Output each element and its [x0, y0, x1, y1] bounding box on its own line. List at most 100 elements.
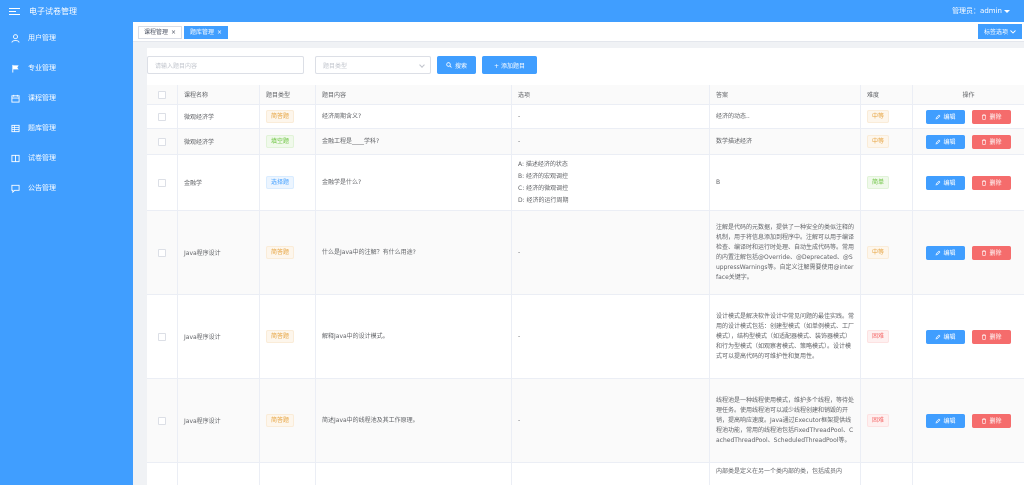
close-icon[interactable]: × — [171, 27, 176, 39]
add-question-button[interactable]: + 添加题目 — [482, 56, 537, 74]
difficulty-cell: 中等 — [861, 105, 913, 128]
search-input[interactable]: 请输入题目内容 — [147, 56, 304, 74]
question-type-tag: 简答题 — [266, 414, 295, 427]
sidebar-item-announcements[interactable]: 公告管理 — [0, 173, 133, 203]
answer-text: B — [716, 178, 721, 186]
answer-cell: 经济的动态.. — [710, 105, 861, 128]
edit-button[interactable]: 编辑 — [926, 175, 965, 190]
question-type-tag: 填空题 — [266, 135, 295, 148]
course-cell — [178, 463, 260, 485]
course-name: Java程序设计 — [184, 418, 221, 425]
main-content: 请输入题目内容 题目类型 搜索 + 添加题目 课程名称 题目类型 题目内容 选项… — [147, 48, 1024, 485]
answer-cell: 数学描述经济 — [710, 129, 861, 154]
type-cell: 选择题 — [260, 155, 316, 210]
admin-menu[interactable]: 管理员：admin — [952, 6, 1010, 16]
col-course: 课程名称 — [178, 85, 260, 104]
sidebar-item-label: 题库管理 — [28, 124, 56, 132]
table-body: 微观经济学 简答题 经济周期含义? - 经济的动态.. 中等 编辑 删除 微观经… — [147, 105, 1024, 485]
edit-icon — [936, 334, 941, 339]
row-select-cell — [147, 105, 178, 128]
table-row: 金融学 选择题 金融学是什么? A: 描述经济的状态 B: 经济的宏观调控 C: 经… — [147, 155, 1024, 211]
edit-button[interactable]: 编辑 — [926, 134, 965, 149]
sidebar-item-question-bank[interactable]: 题库管理 — [0, 113, 133, 143]
col-options: 选项 — [512, 85, 710, 104]
difficulty-tag: 简单 — [867, 176, 890, 189]
edit-button[interactable]: 编辑 — [926, 109, 965, 124]
menu-toggle-icon[interactable] — [9, 7, 20, 15]
actions-cell — [913, 463, 1024, 485]
actions-cell: 编辑 删除 — [913, 105, 1024, 128]
search-icon — [446, 62, 452, 68]
close-icon[interactable]: × — [217, 27, 222, 39]
type-cell: 简答题 — [260, 379, 316, 462]
sidebar-item-courses[interactable]: 课程管理 — [0, 83, 133, 113]
row-select-cell — [147, 379, 178, 462]
row-checkbox[interactable] — [158, 178, 166, 187]
option-text: D: 经济的运行周期 — [518, 196, 569, 204]
sidebar-item-users[interactable]: 用户管理 — [0, 23, 133, 53]
table-row: 内部类是定义在另一个类内部的类，包括成员内 — [147, 463, 1024, 485]
col-type: 题目类型 — [260, 85, 316, 104]
delete-button[interactable]: 删除 — [972, 245, 1011, 260]
type-cell — [260, 463, 316, 485]
question-type-select[interactable]: 题目类型 — [315, 56, 431, 74]
tabs-bar: 课程管理 × 题库管理 × 标签选项 — [133, 22, 1024, 42]
answer-text: 内部类是定义在另一个类内部的类，包括成员内 — [716, 468, 843, 475]
options-cell: - — [512, 105, 710, 128]
edit-button[interactable]: 编辑 — [926, 245, 965, 260]
actions-cell: 编辑 删除 — [913, 295, 1024, 378]
row-checkbox[interactable] — [158, 137, 166, 146]
actions-cell: 编辑 删除 — [913, 211, 1024, 294]
row-checkbox[interactable] — [158, 112, 166, 121]
answer-cell: 设计模式是解决软件设计中常见问题的最佳实践。常用的设计模式包括：创建型模式（如单… — [710, 295, 861, 378]
sidebar-item-papers[interactable]: 试卷管理 — [0, 143, 133, 173]
row-checkbox[interactable] — [158, 416, 166, 425]
content-cell: 解释Java中的设计模式。 — [316, 295, 512, 378]
course-name: 金融学 — [184, 180, 203, 187]
columns-icon — [10, 154, 20, 163]
tab-options-button[interactable]: 标签选项 — [978, 24, 1022, 39]
delete-button[interactable]: 删除 — [972, 413, 1011, 428]
sidebar-item-majors[interactable]: 专业管理 — [0, 53, 133, 83]
course-cell: Java程序设计 — [178, 211, 260, 294]
edit-button[interactable]: 编辑 — [926, 413, 965, 428]
option-text: B: 经济的宏观调控 — [518, 172, 569, 180]
trash-icon — [982, 250, 987, 256]
trash-icon — [982, 180, 987, 186]
table-row: Java程序设计 简答题 简述Java中的线程池及其工作原理。 - 线程池是一种… — [147, 379, 1024, 463]
course-name: 微观经济学 — [184, 139, 215, 146]
delete-button[interactable]: 删除 — [972, 175, 1011, 190]
edit-label: 编辑 — [943, 334, 956, 341]
row-checkbox[interactable] — [158, 248, 166, 257]
content-cell: 金融学是什么? — [316, 155, 512, 210]
trash-icon — [982, 418, 987, 424]
col-answer: 答案 — [710, 85, 861, 104]
top-header: 管理员：admin — [133, 0, 1024, 22]
table-row: 微观经济学 填空题 金融工程是____学科? - 数学描述经济 中等 编辑 删除 — [147, 129, 1024, 155]
course-cell: Java程序设计 — [178, 379, 260, 462]
row-checkbox[interactable] — [158, 332, 166, 341]
edit-label: 编辑 — [943, 250, 956, 257]
tab-question-bank[interactable]: 题库管理 × — [184, 26, 229, 39]
table-header: 课程名称 题目类型 题目内容 选项 答案 难度 操作 — [147, 85, 1024, 105]
tab-course-management[interactable]: 课程管理 × — [138, 26, 183, 39]
option-text: - — [518, 332, 521, 340]
course-name: Java程序设计 — [184, 334, 221, 341]
edit-button[interactable]: 编辑 — [926, 329, 965, 344]
difficulty-cell: 中等 — [861, 211, 913, 294]
edit-icon — [936, 180, 941, 185]
search-button[interactable]: 搜索 — [437, 56, 476, 74]
question-type-tag: 选择题 — [266, 176, 295, 189]
trash-icon — [982, 334, 987, 340]
delete-button[interactable]: 删除 — [972, 134, 1011, 149]
select-all-cell — [147, 85, 178, 104]
delete-button[interactable]: 删除 — [972, 329, 1011, 344]
delete-button[interactable]: 删除 — [972, 109, 1011, 124]
select-all-checkbox[interactable] — [158, 90, 166, 99]
question-type-tag: 简答题 — [266, 330, 295, 343]
type-cell: 简答题 — [260, 105, 316, 128]
difficulty-tag: 中等 — [867, 135, 890, 148]
question-content: 什么是Java中的注解？有什么用途? — [322, 248, 416, 256]
answer-cell: 注解是代码的元数据，提供了一种安全的类似注释的机制，用于将信息添加到程序中。注解… — [710, 211, 861, 294]
course-cell: 微观经济学 — [178, 129, 260, 154]
